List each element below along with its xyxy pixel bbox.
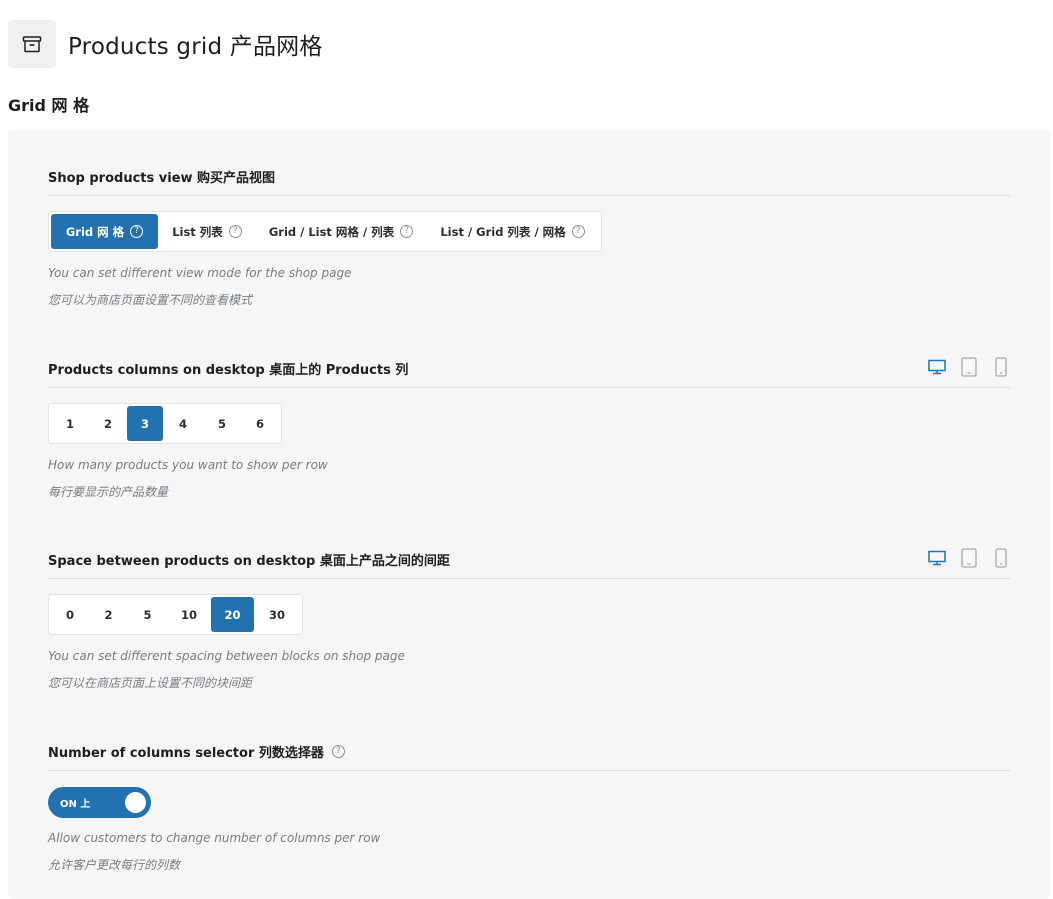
tablet-icon[interactable] xyxy=(960,357,978,377)
device-switcher xyxy=(928,357,1010,377)
desktop-icon[interactable] xyxy=(928,548,946,568)
columns-option[interactable]: 2 xyxy=(89,406,127,441)
tablet-icon[interactable] xyxy=(960,548,978,568)
field-label: Space between products on desktop 桌面上产品之… xyxy=(48,548,1010,579)
spacing-selector: 0 2 5 10 20 30 xyxy=(48,594,303,635)
view-option-grid[interactable]: Grid 网 格 ? xyxy=(51,214,158,249)
columns-option[interactable]: 4 xyxy=(163,406,203,441)
mobile-icon[interactable] xyxy=(992,548,1010,568)
columns-option[interactable]: 5 xyxy=(203,406,241,441)
columns-selector-toggle[interactable]: ON 上 xyxy=(48,787,151,818)
shop-products-view-field: Shop products view 购买产品视图 Grid 网 格 ? Lis… xyxy=(48,166,1010,314)
spacing-option[interactable]: 2 xyxy=(89,597,128,632)
view-option-list-grid[interactable]: List / Grid 列表 / 网格 ? xyxy=(426,214,599,249)
device-switcher xyxy=(928,548,1010,568)
columns-selector: 1 2 3 4 5 6 xyxy=(48,403,282,444)
columns-selector-field: Number of columns selector 列数选择器 ? ON 上 … xyxy=(48,741,1010,879)
settings-panel: Shop products view 购买产品视图 Grid 网 格 ? Lis… xyxy=(8,130,1050,899)
toggle-knob xyxy=(125,792,146,813)
toggle-label: ON 上 xyxy=(60,799,91,810)
shop-products-view-label: Shop products view 购买产品视图 xyxy=(48,171,276,186)
selector-description-zh: 允许客户更改每行的列数 xyxy=(48,858,181,872)
view-option-list[interactable]: List 列表 ? xyxy=(158,214,256,249)
spacing-description-zh: 您可以在商店页面上设置不同的块间距 xyxy=(48,676,253,690)
field-label: Number of columns selector 列数选择器 ? xyxy=(48,741,1010,771)
page-header: Products grid 产品网格 xyxy=(8,20,323,68)
spacing-option[interactable]: 5 xyxy=(128,597,167,632)
view-option-grid-list[interactable]: Grid / List 网格 / 列表 ? xyxy=(256,214,426,249)
section-title: Grid 网 格 xyxy=(8,96,90,115)
products-columns-label: Products columns on desktop 桌面上的 Product… xyxy=(48,363,409,378)
desktop-icon[interactable] xyxy=(928,357,946,377)
field-label: Shop products view 购买产品视图 xyxy=(48,166,1010,196)
columns-description-en: How many products you want to show per r… xyxy=(48,458,328,472)
question-circle-icon[interactable]: ? xyxy=(130,225,144,238)
columns-option[interactable]: 6 xyxy=(241,406,279,441)
spacing-option[interactable]: 20 xyxy=(211,597,254,632)
columns-option[interactable]: 3 xyxy=(127,406,163,441)
selector-description-en: Allow customers to change number of colu… xyxy=(48,831,381,845)
spacing-option[interactable]: 10 xyxy=(167,597,211,632)
field-label: Products columns on desktop 桌面上的 Product… xyxy=(48,357,1010,388)
columns-option[interactable]: 1 xyxy=(51,406,89,441)
spacing-description-en: You can set different spacing between bl… xyxy=(48,649,405,663)
view-description-en: You can set different view mode for the … xyxy=(48,266,352,280)
spacing-option[interactable]: 30 xyxy=(254,597,300,632)
question-circle-icon[interactable]: ? xyxy=(331,745,345,758)
mobile-icon[interactable] xyxy=(992,357,1010,377)
view-description-zh: 您可以为商店页面设置不同的查看模式 xyxy=(48,293,253,307)
products-spacing-label: Space between products on desktop 桌面上产品之… xyxy=(48,554,450,569)
products-spacing-field: Space between products on desktop 桌面上产品之… xyxy=(48,548,1010,697)
question-circle-icon[interactable]: ? xyxy=(228,225,242,238)
question-circle-icon[interactable]: ? xyxy=(400,225,414,238)
products-columns-field: Products columns on desktop 桌面上的 Product… xyxy=(48,357,1010,506)
archive-box-icon xyxy=(8,20,56,68)
spacing-option[interactable]: 0 xyxy=(51,597,89,632)
page-title: Products grid 产品网格 xyxy=(68,34,323,60)
view-mode-selector: Grid 网 格 ? List 列表 ? Grid / List 网格 / 列表… xyxy=(48,211,602,252)
question-circle-icon[interactable]: ? xyxy=(571,225,585,238)
columns-description-zh: 每行要显示的产品数量 xyxy=(48,485,169,499)
columns-selector-label: Number of columns selector 列数选择器 xyxy=(48,746,324,761)
